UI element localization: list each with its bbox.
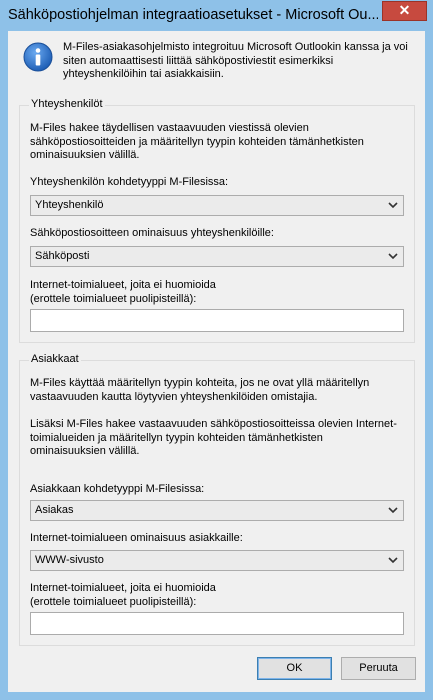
- window-title: Sähköpostiohjelman integraatioasetukset …: [8, 7, 378, 23]
- domain-property-select[interactable]: WWW-sivusto: [30, 550, 404, 571]
- contacts-description: M-Files hakee täydellisen vastaavuuden v…: [30, 122, 364, 161]
- chevron-down-icon: [388, 253, 398, 260]
- customer-type-value: Asiakas: [35, 504, 74, 516]
- dialog-window: Sähköpostiohjelman integraatioasetukset …: [0, 0, 433, 700]
- contacts-group: Yhteyshenkilöt M-Files hakee täydellisen…: [19, 98, 415, 343]
- chevron-down-icon: [388, 557, 398, 564]
- info-icon: [23, 42, 53, 72]
- customer-ignored-domains-input[interactable]: [30, 612, 404, 635]
- customer-domains-label-line2: (erottele toimialueet puolipisteillä):: [30, 595, 197, 608]
- contact-domains-label-line1: Internet-toimialueet, joita ei huomioida: [30, 279, 216, 291]
- dialog-client-area: M-Files-asiakasohjelmisto integroituu Mi…: [8, 31, 425, 692]
- contact-domains-label: Internet-toimialueet, joita ei huomioida…: [30, 279, 216, 306]
- contact-type-label: Yhteyshenkilön kohdetyyppi M-Filesissa:: [30, 176, 229, 188]
- email-property-label: Sähköpostiosoitteen ominaisuus yhteyshen…: [30, 227, 274, 239]
- ok-button[interactable]: OK: [257, 657, 332, 680]
- contacts-group-title: Yhteyshenkilöt: [29, 98, 105, 110]
- contact-domains-label-line2: (erottele toimialueet puolipisteillä):: [30, 292, 197, 305]
- email-property-value: Sähköposti: [35, 250, 90, 262]
- close-icon[interactable]: ✕: [399, 2, 411, 18]
- customers-description-1: M-Files käyttää määritellyn tyypin kohte…: [30, 377, 370, 403]
- customer-domains-label: Internet-toimialueet, joita ei huomioida…: [30, 582, 216, 609]
- customers-description-2: Lisäksi M-Files hakee vastaavuuden sähkö…: [30, 418, 397, 457]
- customers-group-title: Asiakkaat: [29, 353, 81, 365]
- close-button[interactable]: ✕: [382, 1, 427, 21]
- chevron-down-icon: [388, 202, 398, 209]
- contact-type-select[interactable]: Yhteyshenkilö: [30, 195, 404, 216]
- title-bar[interactable]: Sähköpostiohjelman integraatioasetukset …: [0, 0, 433, 31]
- domain-property-label: Internet-toimialueen ominaisuus asiakkai…: [30, 532, 243, 544]
- intro-text: M-Files-asiakasohjelmisto integroituu Mi…: [63, 41, 408, 80]
- email-property-select[interactable]: Sähköposti: [30, 246, 404, 267]
- domain-property-value: WWW-sivusto: [35, 554, 104, 566]
- customer-type-label: Asiakkaan kohdetyyppi M-Filesissa:: [30, 483, 205, 495]
- customer-domains-label-line1: Internet-toimialueet, joita ei huomioida: [30, 582, 216, 594]
- customers-group: Asiakkaat M-Files käyttää määritellyn ty…: [19, 353, 415, 646]
- cancel-button[interactable]: Peruuta: [341, 657, 416, 680]
- contact-ignored-domains-input[interactable]: [30, 309, 404, 332]
- contact-type-value: Yhteyshenkilö: [35, 199, 104, 211]
- customer-type-select[interactable]: Asiakas: [30, 500, 404, 521]
- chevron-down-icon: [388, 507, 398, 514]
